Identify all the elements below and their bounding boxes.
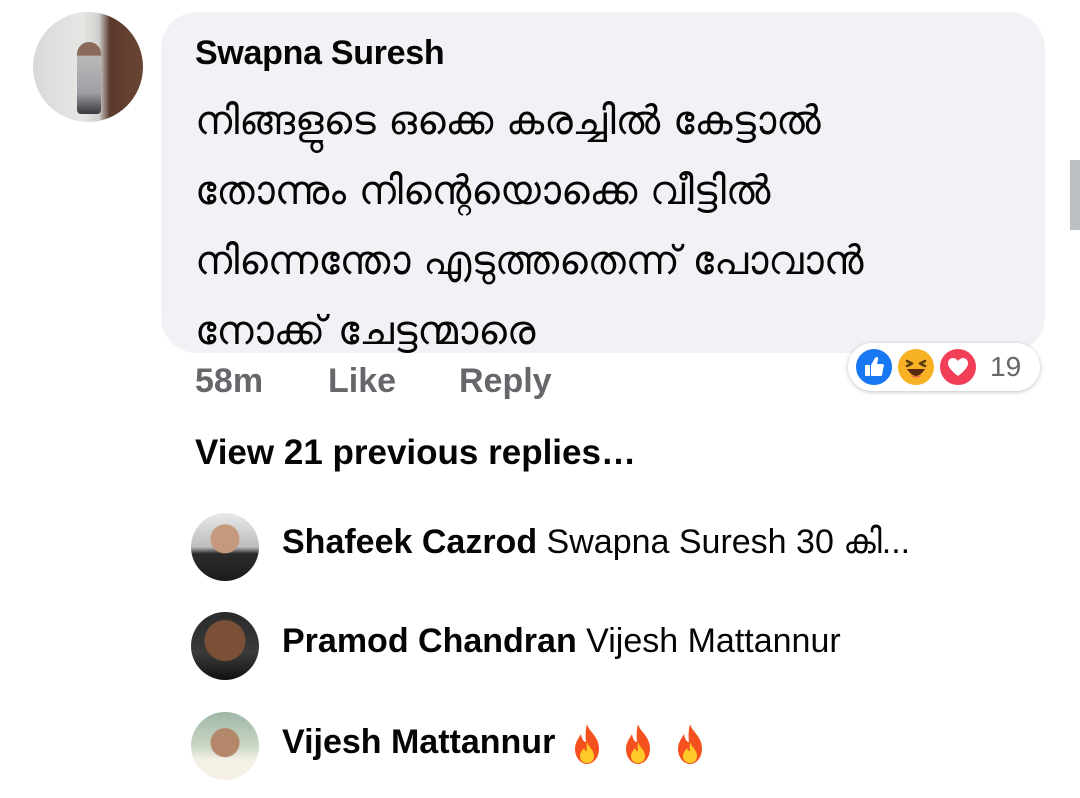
- reactions-summary[interactable]: 19: [848, 343, 1040, 391]
- scrollbar-thumb[interactable]: [1070, 160, 1080, 230]
- like-icon: [854, 347, 894, 387]
- reply-snippet: Swapna Suresh 30 കി...: [546, 523, 911, 561]
- commenter-avatar[interactable]: [33, 12, 143, 122]
- love-icon: [938, 347, 978, 387]
- reply-author-name[interactable]: Vijesh Mattannur: [282, 723, 555, 761]
- reply-line: Shafeek Cazrod Swapna Suresh 30 കി...: [282, 523, 910, 562]
- reply-line: Pramod Chandran Vijesh Mattannur: [282, 622, 841, 661]
- comment-author-name[interactable]: Swapna Suresh: [195, 34, 445, 73]
- reply-snippet: Vijesh Mattannur: [586, 622, 841, 660]
- fire-icon: [574, 724, 599, 764]
- comment-timestamp[interactable]: 58m: [195, 362, 263, 401]
- reply-avatar[interactable]: [191, 612, 259, 680]
- view-previous-replies-link[interactable]: View 21 previous replies…: [195, 433, 636, 473]
- like-button[interactable]: Like: [328, 362, 396, 401]
- reply-author-name[interactable]: Pramod Chandran: [282, 622, 577, 660]
- comment-line: നിങ്ങളുടെ ഒക്കെ കരച്ചിൽ കേട്ടാൽ: [195, 98, 821, 144]
- fire-icon: [626, 724, 651, 764]
- reaction-count: 19: [990, 351, 1022, 382]
- comment-line: നിന്നെന്തോ എടുത്തതെന്ന് പോവാൻ: [195, 238, 864, 284]
- avatar-photo-figure: [77, 42, 101, 114]
- reply-avatar[interactable]: [191, 712, 259, 780]
- fire-emoji-group: [565, 723, 710, 764]
- reply-button[interactable]: Reply: [459, 362, 552, 401]
- comment-line: തോന്നും നിന്റെയൊക്കെ വീട്ടിൽ: [195, 168, 771, 214]
- fire-icon: [677, 724, 702, 764]
- reply-author-name[interactable]: Shafeek Cazrod: [282, 523, 537, 561]
- reply-line: Vijesh Mattannur: [282, 722, 710, 766]
- comment-body: നിങ്ങളുടെ ഒക്കെ കരച്ചിൽ കേട്ടാൽ തോന്നും …: [195, 86, 1015, 366]
- haha-icon: [896, 347, 936, 387]
- reply-avatar[interactable]: [191, 513, 259, 581]
